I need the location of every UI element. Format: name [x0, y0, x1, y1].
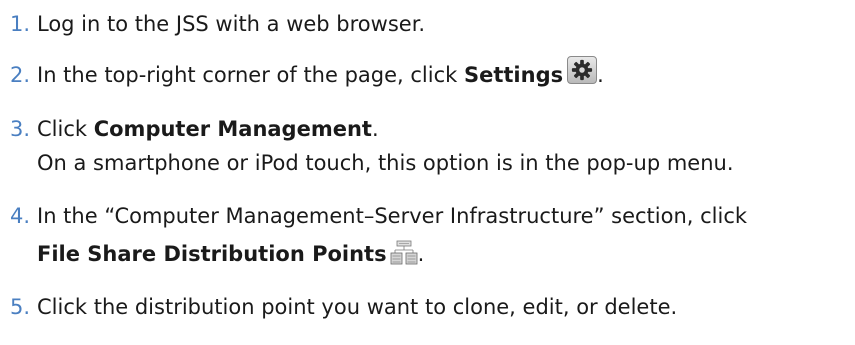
step-suffix: .: [417, 242, 425, 266]
step-text: Log in to the JSS with a web browser.: [37, 12, 426, 36]
step-4: 4. In the “Computer Management–Server Inf…: [10, 196, 851, 278]
step-number: 5.: [10, 295, 31, 319]
step-note: On a smartphone or iPod touch, this opti…: [37, 151, 734, 175]
step-5: 5. Click the distribution point you want …: [10, 287, 851, 327]
step-text: Click: [37, 117, 94, 141]
step-number: 4.: [10, 204, 31, 228]
step-suffix: .: [597, 63, 604, 87]
step-text: Click the distribution point you want to…: [37, 295, 678, 319]
step-number: 1.: [10, 12, 31, 36]
step-1: 1. Log in to the JSS with a web browser.: [10, 4, 851, 44]
step-suffix: .: [371, 117, 379, 141]
gear-icon: [567, 56, 598, 84]
file-share-servers-icon: [387, 238, 418, 278]
step-text: In the top-right corner of the page, cli…: [37, 63, 464, 87]
step-3: 3. Click Computer Management. On a smartp…: [10, 109, 851, 183]
computer-management-term: Computer Management: [93, 117, 372, 141]
step-text: In the “Computer Management–Server Infra…: [37, 204, 748, 228]
step-2: 2. In the top-right corner of the page, c…: [10, 55, 851, 95]
step-number: 2.: [10, 63, 31, 87]
step-number: 3.: [10, 117, 31, 141]
settings-term: Settings: [463, 63, 564, 87]
file-share-distribution-points-term: File Share Distribution Points: [37, 242, 387, 266]
